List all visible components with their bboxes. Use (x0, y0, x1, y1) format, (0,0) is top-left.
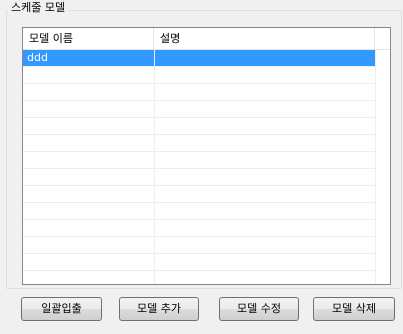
empty-row (23, 186, 375, 203)
column-header-description[interactable]: 설명 (154, 28, 375, 50)
empty-row (23, 254, 375, 271)
add-model-button[interactable]: 모델 추가 (119, 297, 199, 321)
column-header-model-name[interactable]: 모델 이름 (23, 28, 154, 50)
delete-model-button[interactable]: 모델 삭제 (313, 297, 395, 321)
model-list[interactable]: 모델 이름 설명 ddd (22, 27, 391, 285)
edit-model-button[interactable]: 모델 수정 (219, 297, 299, 321)
empty-row (23, 220, 375, 237)
column-divider (154, 50, 155, 284)
empty-row (23, 135, 375, 152)
empty-row (23, 67, 375, 84)
empty-row (23, 203, 375, 220)
schedule-model-panel: 스케줄 모델 모델 이름 설명 ddd 일괄입출 모델 추가 모델 수정 모델 … (0, 0, 403, 334)
cell-description (154, 50, 375, 66)
cell-model-name: ddd (27, 51, 48, 64)
empty-row (23, 152, 375, 169)
empty-row (23, 169, 375, 186)
empty-row (23, 101, 375, 118)
list-header: 모델 이름 설명 (23, 28, 390, 50)
empty-row (23, 271, 375, 284)
column-header-filler (375, 28, 390, 50)
column-divider (375, 50, 376, 284)
empty-row (23, 118, 375, 135)
batch-in-out-button[interactable]: 일괄입출 (21, 297, 102, 321)
list-row[interactable]: ddd (23, 50, 375, 67)
groupbox-title: 스케줄 모델 (8, 0, 69, 16)
list-body: ddd (23, 50, 390, 284)
empty-row (23, 84, 375, 101)
empty-row (23, 237, 375, 254)
